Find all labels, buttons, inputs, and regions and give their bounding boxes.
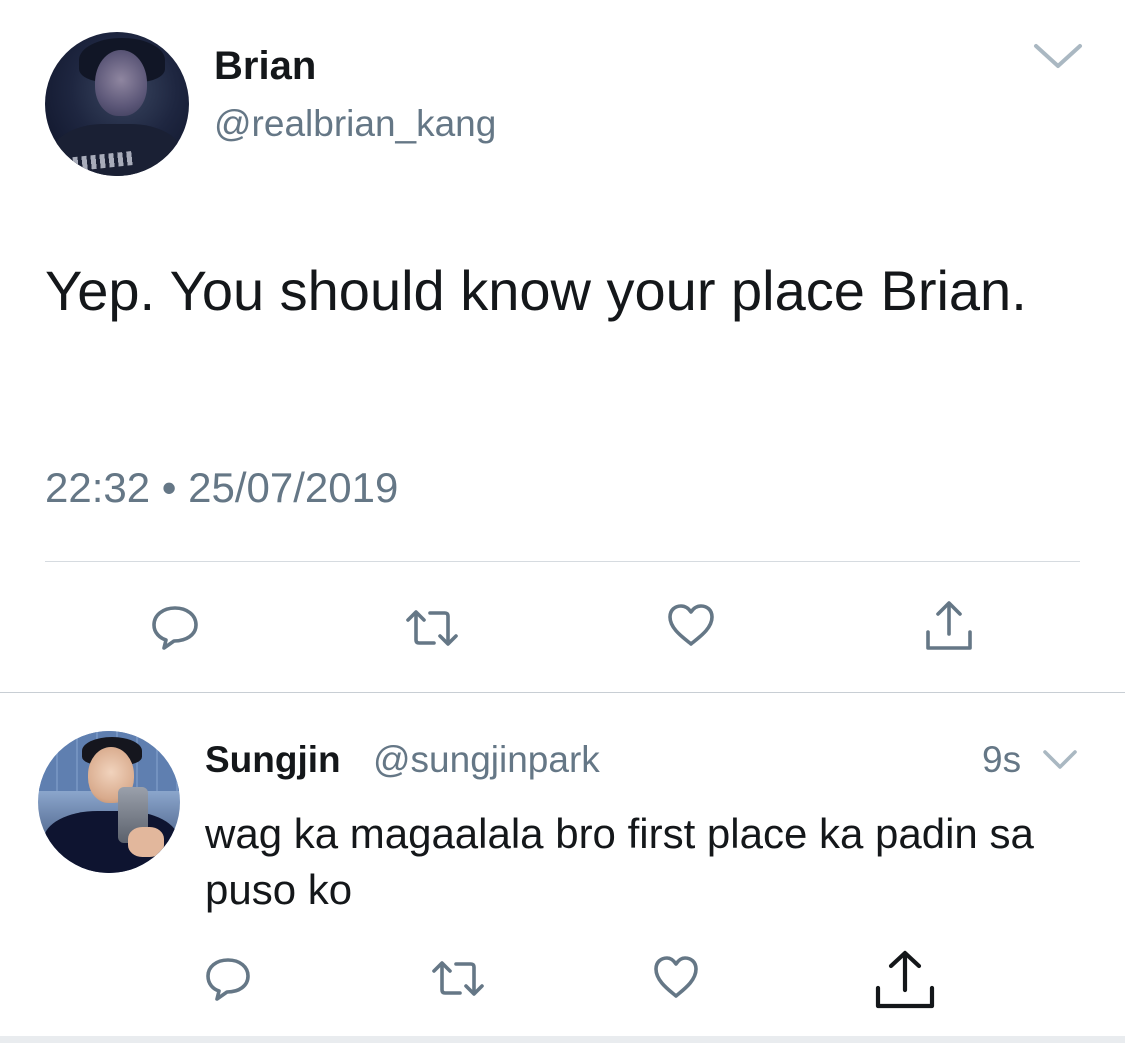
tweet-separator: [0, 692, 1125, 693]
reply-icon[interactable]: [204, 956, 252, 1002]
avatar-face: [95, 50, 147, 116]
reply-icon[interactable]: [150, 604, 200, 650]
chevron-down-icon[interactable]: [1040, 746, 1080, 774]
share-icon[interactable]: [924, 600, 974, 652]
tweet-timestamp: 22:32 • 25/07/2019: [45, 464, 399, 511]
tweet-text: Yep. You should know your place Brian.: [45, 259, 1027, 322]
avatar[interactable]: [45, 32, 189, 176]
heart-icon[interactable]: [652, 954, 700, 1000]
heart-icon[interactable]: [666, 602, 716, 648]
retweet-icon[interactable]: [402, 606, 462, 650]
reply-relative-time[interactable]: 9s: [982, 738, 1021, 782]
bottom-divider: [0, 1036, 1125, 1043]
avatar[interactable]: [38, 731, 180, 873]
reply-author-handle[interactable]: @sungjinpark: [373, 738, 600, 782]
author-display-name[interactable]: Brian: [214, 42, 316, 90]
avatar-shirt: [53, 124, 181, 176]
author-handle[interactable]: @realbrian_kang: [214, 102, 496, 146]
chevron-down-icon[interactable]: [1030, 38, 1086, 74]
share-icon[interactable]: [874, 950, 936, 1010]
retweet-icon[interactable]: [428, 958, 488, 1000]
divider: [45, 561, 1080, 562]
avatar-hand: [128, 827, 164, 857]
reply-tweet-text: wag ka magaalala bro first place ka padi…: [205, 810, 1034, 913]
reply-author-display-name[interactable]: Sungjin: [205, 738, 341, 782]
